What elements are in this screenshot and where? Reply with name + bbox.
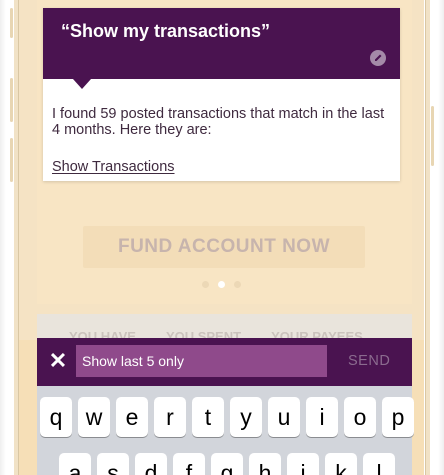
power-button — [431, 106, 434, 166]
send-button[interactable]: SEND — [348, 353, 390, 369]
key-g[interactable]: g — [211, 453, 243, 475]
key-u[interactable]: u — [268, 397, 300, 437]
key-j[interactable]: j — [287, 453, 319, 475]
assistant-response-text: I found 59 posted transactions that matc… — [52, 106, 385, 138]
app-screen: FUND ACCOUNT NOW YOU HAVE YOU SPENT YOUR… — [19, 0, 424, 475]
page-dot-active[interactable] — [218, 281, 225, 288]
command-input-bar: ✕ SEND — [37, 338, 412, 386]
key-w[interactable]: w — [78, 397, 110, 437]
key-r[interactable]: r — [154, 397, 186, 437]
key-y[interactable]: y — [230, 397, 262, 437]
keyboard-row-1: q w e r t y u i o p — [37, 397, 415, 437]
fund-account-button[interactable]: FUND ACCOUNT NOW — [83, 226, 365, 268]
key-l[interactable]: l — [363, 453, 395, 475]
key-t[interactable]: t — [192, 397, 224, 437]
close-icon[interactable]: ✕ — [48, 350, 68, 372]
page-dot[interactable] — [202, 281, 209, 288]
key-f[interactable]: f — [173, 453, 205, 475]
key-d[interactable]: d — [135, 453, 167, 475]
volume-up-button — [10, 78, 13, 122]
frame-edge-right — [425, 0, 430, 475]
mute-switch — [10, 8, 13, 38]
key-a[interactable]: a — [59, 453, 91, 475]
key-p[interactable]: p — [382, 397, 414, 437]
key-q[interactable]: q — [40, 397, 72, 437]
assistant-response-card: “Show my transactions” I found 59 posted… — [43, 8, 400, 181]
edit-icon[interactable] — [370, 50, 386, 66]
user-query: “Show my transactions” — [61, 21, 271, 41]
volume-down-button — [10, 138, 13, 182]
page-indicator — [19, 281, 424, 288]
keyboard-row-2: a s d f g h j k l — [37, 453, 424, 475]
key-h[interactable]: h — [249, 453, 281, 475]
speech-pointer — [73, 79, 91, 89]
page-dot[interactable] — [234, 281, 241, 288]
key-k[interactable]: k — [325, 453, 357, 475]
command-input[interactable] — [76, 345, 327, 377]
key-e[interactable]: e — [116, 397, 148, 437]
key-s[interactable]: s — [97, 453, 129, 475]
phone-frame: FUND ACCOUNT NOW YOU HAVE YOU SPENT YOUR… — [0, 0, 444, 475]
key-o[interactable]: o — [344, 397, 376, 437]
show-transactions-link[interactable]: Show Transactions — [52, 159, 175, 175]
key-i[interactable]: i — [306, 397, 338, 437]
onscreen-keyboard: q w e r t y u i o p a s d f g h j k l — [37, 386, 415, 475]
query-header: “Show my transactions” — [43, 8, 400, 89]
